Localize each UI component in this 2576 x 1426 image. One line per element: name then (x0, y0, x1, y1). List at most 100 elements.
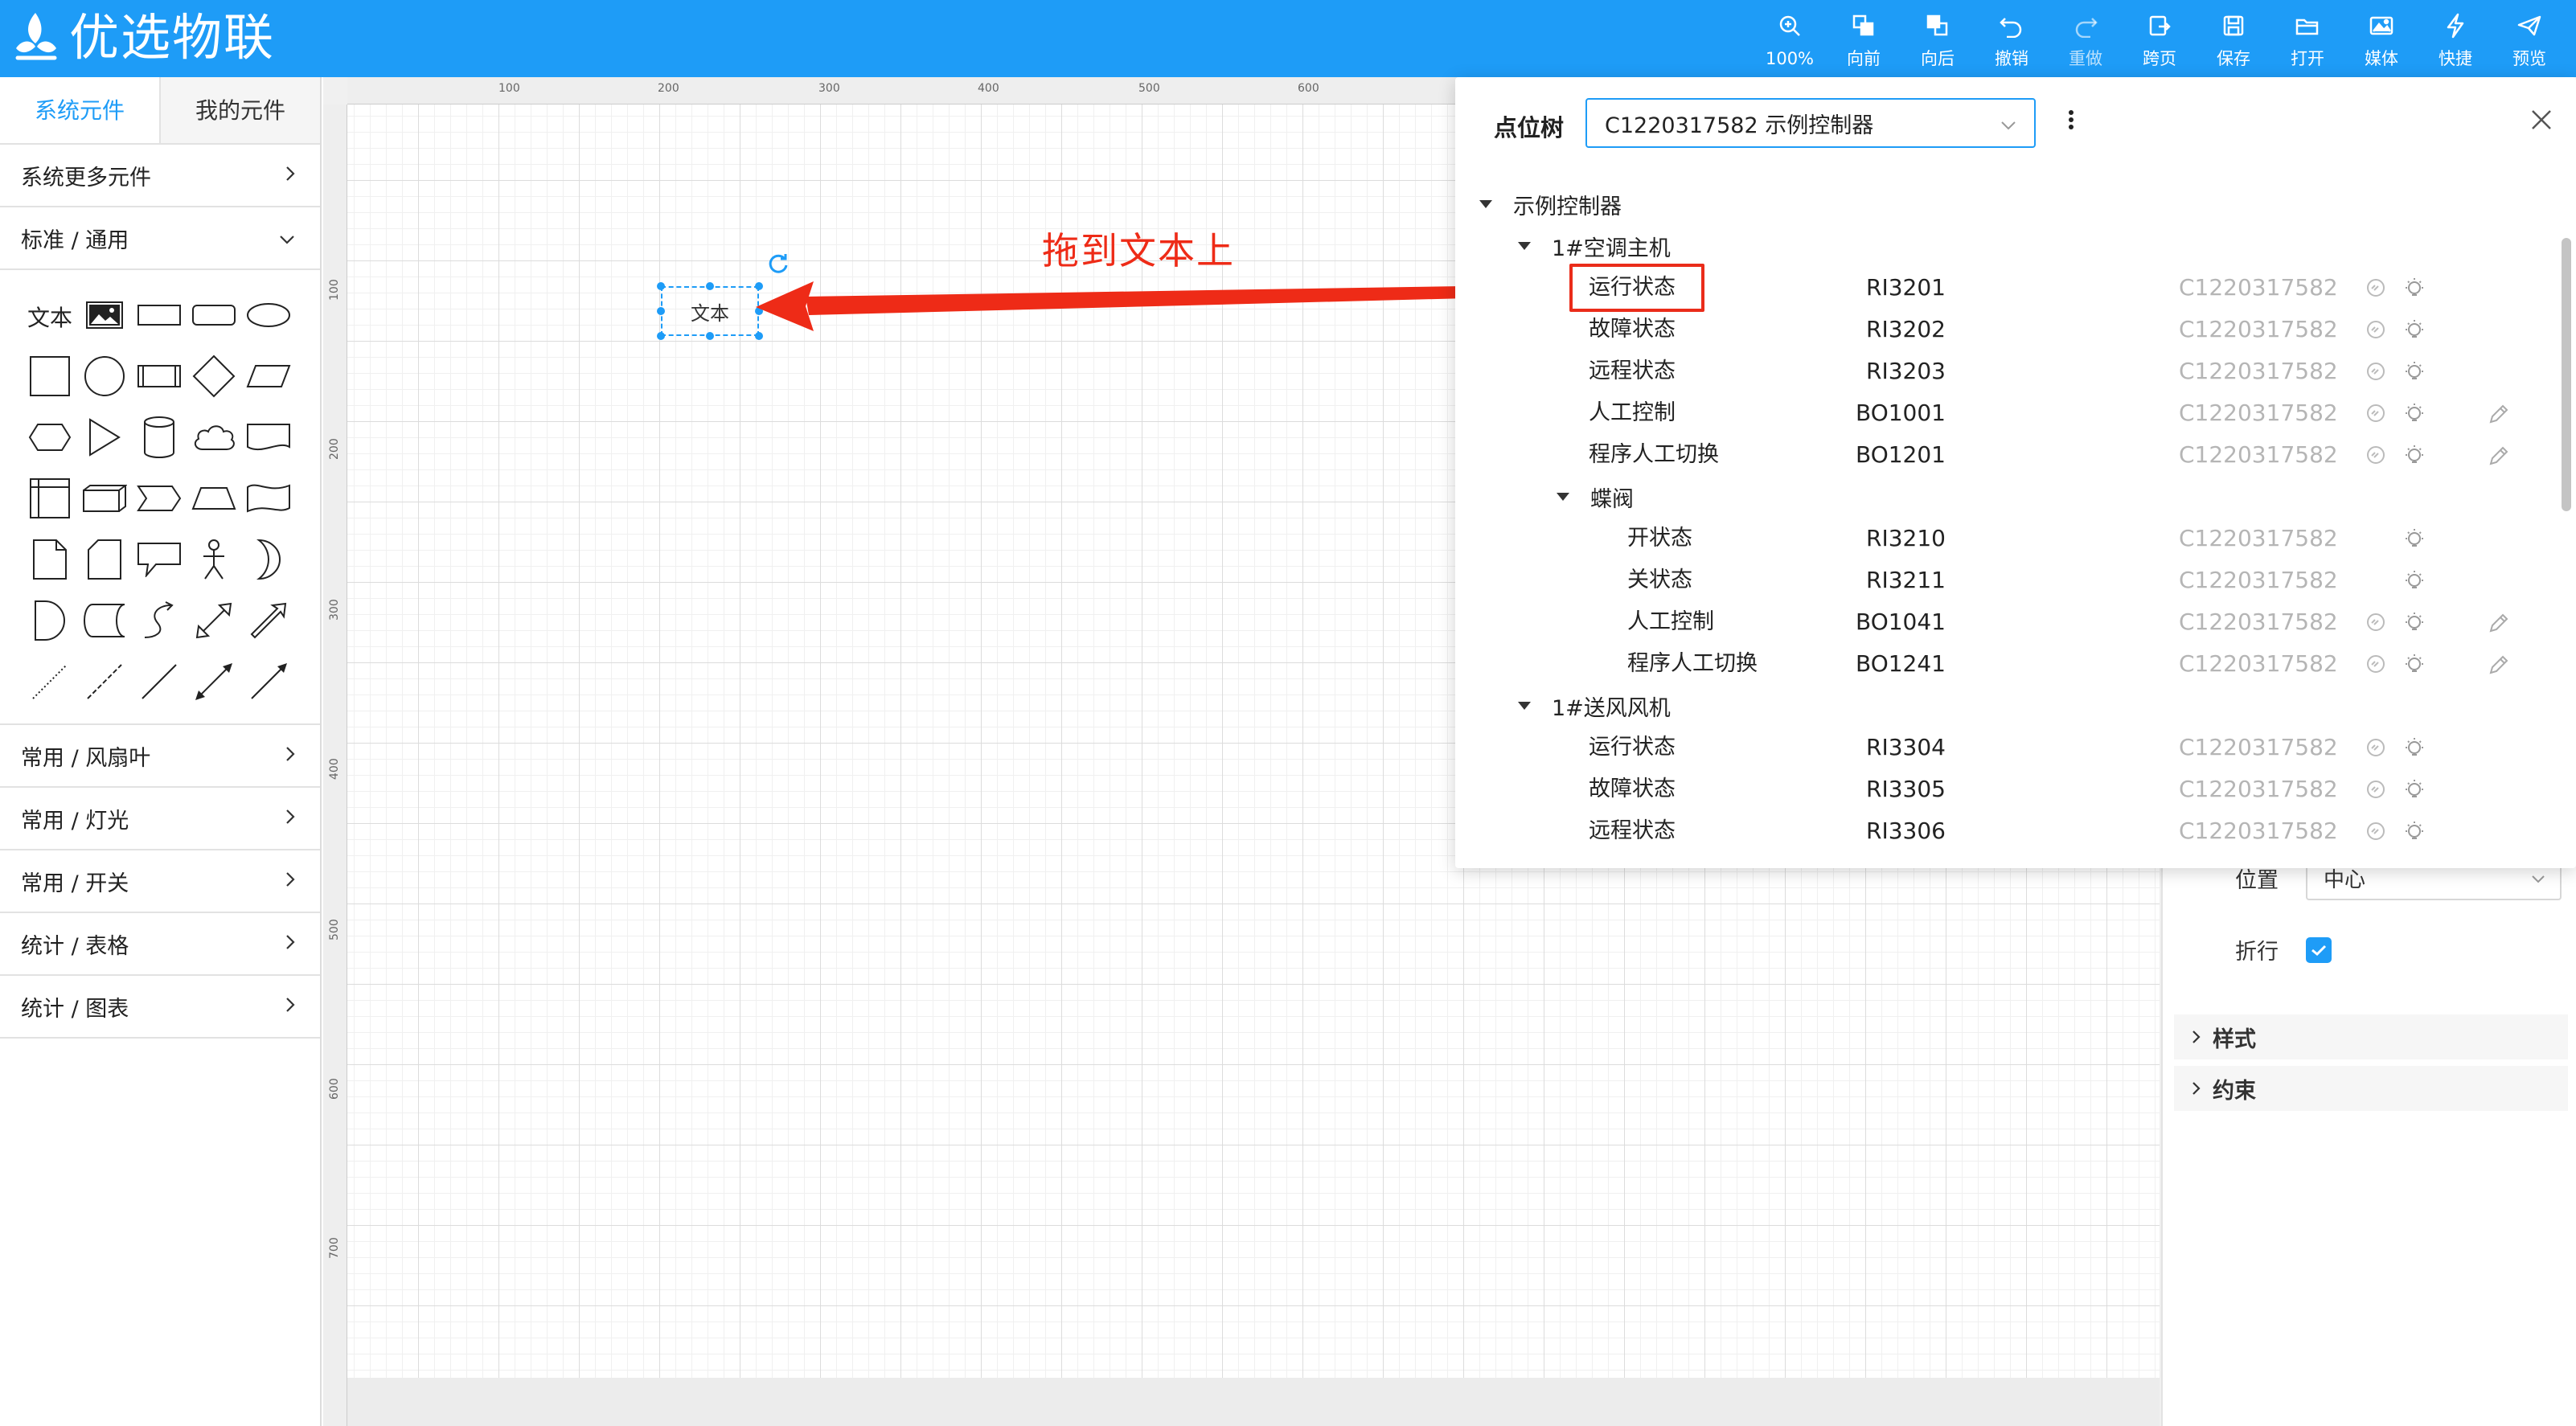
tab-system-components[interactable]: 系统元件 (0, 77, 161, 143)
tree-leaf-fan-fault-status[interactable]: 故障状态 RI3305 C1220317582 (1455, 768, 2557, 810)
shape-step[interactable] (132, 475, 187, 525)
tree-node-butterfly-valve[interactable]: 蝶阀 (1557, 476, 1634, 518)
shape-document[interactable] (241, 414, 296, 464)
tree-scrollbar[interactable] (2562, 238, 2571, 511)
bulb-icon[interactable] (2404, 319, 2425, 345)
edit-icon[interactable] (2488, 403, 2510, 428)
shape-image[interactable] (77, 292, 132, 342)
shape-stored-data[interactable] (77, 597, 132, 647)
shape-double-arrow-outline[interactable] (187, 597, 241, 647)
tree-leaf-program-manual-switch[interactable]: 程序人工切换 BO1201 C1220317582 (1455, 434, 2557, 476)
link-icon[interactable] (2365, 821, 2386, 845)
caret-down-icon[interactable] (1557, 493, 1569, 501)
link-icon[interactable] (2365, 361, 2386, 385)
style-section[interactable]: 样式 (2174, 1014, 2568, 1059)
shape-card[interactable] (77, 536, 132, 586)
rotate-handle-icon[interactable] (767, 252, 790, 278)
zoom-button[interactable]: 100% (1753, 8, 1827, 69)
category-row-fan[interactable]: 常用 / 风扇叶 (0, 725, 320, 788)
preview-button[interactable]: 预览 (2492, 8, 2566, 69)
category-row-light[interactable]: 常用 / 灯光 (0, 788, 320, 850)
shape-delay[interactable] (23, 597, 77, 647)
shape-dotted-line[interactable] (23, 658, 77, 708)
save-button[interactable]: 保存 (2197, 8, 2270, 69)
shape-arrow-outline[interactable] (241, 597, 296, 647)
cross-page-button[interactable]: 跨页 (2123, 8, 2197, 69)
link-icon[interactable] (2365, 403, 2386, 427)
canvas-scroll-area[interactable] (347, 1378, 2160, 1426)
media-button[interactable]: 媒体 (2344, 8, 2418, 69)
controller-select[interactable]: C1220317582 示例控制器 (1585, 98, 2036, 148)
bring-forward-button[interactable]: 向前 (1827, 8, 1901, 69)
resize-handle[interactable] (657, 332, 665, 340)
shortcut-button[interactable]: 快捷 (2418, 8, 2492, 69)
canvas-text-element[interactable]: 文本 (661, 286, 759, 336)
bulb-icon[interactable] (2404, 570, 2425, 596)
shape-curve-arrow[interactable] (132, 597, 187, 647)
shape-callout[interactable] (132, 536, 187, 586)
caret-down-icon[interactable] (1518, 242, 1531, 250)
more-components-row[interactable]: 系统更多元件 (0, 145, 320, 207)
resize-handle[interactable] (657, 282, 665, 290)
shape-rectangle[interactable] (132, 292, 187, 342)
shape-diamond[interactable] (187, 353, 241, 403)
shape-process[interactable] (132, 353, 187, 403)
redo-button[interactable]: 重做 (2049, 8, 2123, 69)
tab-my-components[interactable]: 我的元件 (161, 77, 320, 143)
undo-button[interactable]: 撤销 (1975, 8, 2049, 69)
bulb-icon[interactable] (2404, 277, 2425, 303)
tree-leaf-fan-remote-status[interactable]: 远程状态 RI3306 C1220317582 (1455, 810, 2557, 852)
shape-note[interactable] (23, 536, 77, 586)
shape-rounded-rectangle[interactable] (187, 292, 241, 342)
shape-actor[interactable] (187, 536, 241, 586)
bulb-icon[interactable] (2404, 445, 2425, 470)
tree-node-supply-fan[interactable]: 1#送风风机 (1518, 685, 1671, 727)
tree-leaf-manual-control[interactable]: 人工控制 BO1001 C1220317582 (1455, 392, 2557, 434)
shape-ellipse[interactable] (241, 292, 296, 342)
edit-icon[interactable] (2488, 612, 2510, 637)
bulb-icon[interactable] (2404, 361, 2425, 387)
link-icon[interactable] (2365, 612, 2386, 636)
tree-leaf-fault-status[interactable]: 故障状态 RI3202 C1220317582 (1455, 309, 2557, 350)
link-icon[interactable] (2365, 737, 2386, 761)
shape-trapezoid[interactable] (187, 475, 241, 525)
wrap-checkbox[interactable] (2306, 936, 2332, 963)
edit-icon[interactable] (2488, 445, 2510, 470)
send-backward-button[interactable]: 向后 (1901, 8, 1975, 69)
resize-handle[interactable] (755, 307, 763, 315)
caret-down-icon[interactable] (1518, 702, 1531, 710)
shape-text[interactable]: 文本 (23, 292, 77, 342)
standard-category-row[interactable]: 标准 / 通用 (0, 207, 320, 270)
close-icon[interactable] (2529, 108, 2553, 135)
shape-parallelogram[interactable] (241, 353, 296, 403)
bulb-icon[interactable] (2404, 779, 2425, 805)
shape-moon[interactable] (241, 536, 296, 586)
shape-arrow-line[interactable] (241, 658, 296, 708)
constraint-section[interactable]: 约束 (2174, 1066, 2568, 1111)
shape-tape[interactable] (241, 475, 296, 525)
edit-icon[interactable] (2488, 654, 2510, 679)
bulb-icon[interactable] (2404, 737, 2425, 763)
resize-handle[interactable] (755, 282, 763, 290)
link-icon[interactable] (2365, 319, 2386, 343)
resize-handle[interactable] (706, 332, 714, 340)
tree-node-ac-host[interactable]: 1#空调主机 (1518, 225, 1671, 267)
shape-square[interactable] (23, 353, 77, 403)
bulb-icon[interactable] (2404, 821, 2425, 846)
shape-double-arrow-line[interactable] (187, 658, 241, 708)
bulb-icon[interactable] (2404, 403, 2425, 428)
shape-internal-storage[interactable] (23, 475, 77, 525)
resize-handle[interactable] (755, 332, 763, 340)
shape-hexagon[interactable] (23, 414, 77, 464)
tree-leaf-valve-program-switch[interactable]: 程序人工切换 BO1241 C1220317582 (1455, 643, 2557, 685)
link-icon[interactable] (2365, 779, 2386, 803)
shape-cloud[interactable] (187, 414, 241, 464)
shape-cube[interactable] (77, 475, 132, 525)
shape-dashed-line[interactable] (77, 658, 132, 708)
link-icon[interactable] (2365, 445, 2386, 469)
category-row-switch[interactable]: 常用 / 开关 (0, 850, 320, 913)
link-icon[interactable] (2365, 277, 2386, 301)
tree-leaf-remote-status[interactable]: 远程状态 RI3203 C1220317582 (1455, 350, 2557, 392)
tree-node-controller[interactable]: 示例控制器 (1479, 183, 1622, 225)
shape-triangle[interactable] (77, 414, 132, 464)
